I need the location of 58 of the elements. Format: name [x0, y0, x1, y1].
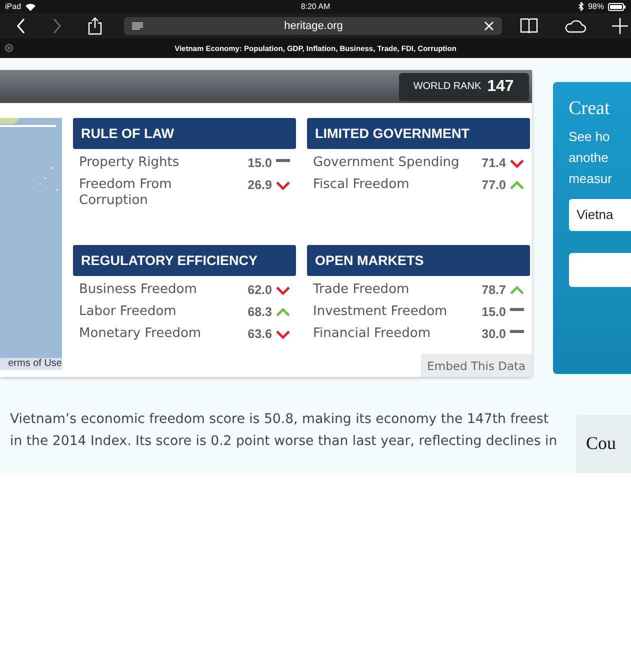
embed-data-button[interactable]: Embed This Data [421, 354, 532, 377]
side-box-title: Cou [586, 433, 616, 453]
clock: 8:20 AM [300, 2, 330, 11]
indicator-score: 62.0 [248, 282, 272, 298]
indicator-score: 71.4 [482, 155, 506, 171]
down-chevron-icon [276, 181, 290, 190]
indicator-name: Property Rights [79, 155, 180, 171]
indicator-name: Investment Freedom [313, 304, 448, 320]
device-name: iPad [5, 2, 22, 11]
indicator-name: Labor Freedom [79, 304, 178, 320]
back-icon[interactable] [16, 18, 26, 34]
world-rank-label: WORLD RANK [413, 81, 482, 92]
share-icon[interactable] [88, 16, 102, 34]
indicator-name: Business Freedom [79, 282, 198, 298]
indicator-name: Freedom From Corruption [79, 177, 173, 209]
indicator-score: 30.0 [482, 326, 506, 342]
summary-paragraph: Vietnam’s economic freedom score is 50.8, making its economy the 147th freest in the 2014 Index. Its score is 0.2 point worse than last year, reflecting declines in [10, 411, 558, 451]
category-header: LIMITED GOVERNMENT [307, 118, 530, 149]
dash-icon [510, 330, 524, 333]
dash-icon [276, 159, 290, 162]
down-chevron-icon [510, 159, 524, 168]
category-header: REGULATORY EFFICIENCY [73, 245, 296, 276]
cloud-icon[interactable] [564, 18, 586, 32]
close-icon[interactable] [5, 44, 13, 52]
up-chevron-icon [510, 181, 524, 190]
indicator-score: 26.9 [248, 177, 272, 193]
category-header: OPEN MARKETS [307, 245, 530, 276]
bluetooth-icon [578, 2, 584, 11]
indicator-name: Trade Freedom [313, 282, 410, 298]
wifi-icon [25, 2, 36, 10]
clear-icon[interactable] [484, 20, 494, 30]
down-chevron-icon [276, 286, 290, 295]
indicator-score: 78.7 [482, 282, 506, 298]
book-icon[interactable] [520, 18, 538, 33]
indicator-name: Fiscal Freedom [313, 177, 410, 193]
indicator-score: 77.0 [482, 177, 506, 193]
indicator-score: 15.0 [248, 155, 272, 171]
terms-of-use-link[interactable]: erms of Use [0, 358, 62, 370]
indicator-name: Financial Freedom [313, 326, 432, 342]
battery-icon [608, 2, 626, 10]
dash-icon [510, 308, 524, 311]
category-header: RULE OF LAW [73, 118, 296, 149]
up-chevron-icon [510, 286, 524, 295]
indicator-name: Monetary Freedom [79, 326, 202, 342]
reader-icon[interactable] [132, 22, 143, 30]
up-chevron-icon [276, 308, 290, 317]
country-field[interactable]: Vietna [568, 199, 631, 231]
address-field[interactable]: heritage.org [124, 16, 502, 34]
down-chevron-icon [276, 330, 290, 339]
indicator-score: 15.0 [482, 304, 506, 320]
card-text: See ho anothe measur [568, 128, 613, 188]
add-icon[interactable] [612, 18, 628, 34]
indicator-score: 68.3 [248, 304, 272, 320]
indicator-score: 63.6 [248, 326, 272, 342]
world-rank-value: 147 [487, 78, 514, 96]
indicator-name: Government Spending [313, 155, 460, 171]
battery-percent: 98% [588, 2, 604, 11]
card-title: Creat [568, 98, 611, 120]
